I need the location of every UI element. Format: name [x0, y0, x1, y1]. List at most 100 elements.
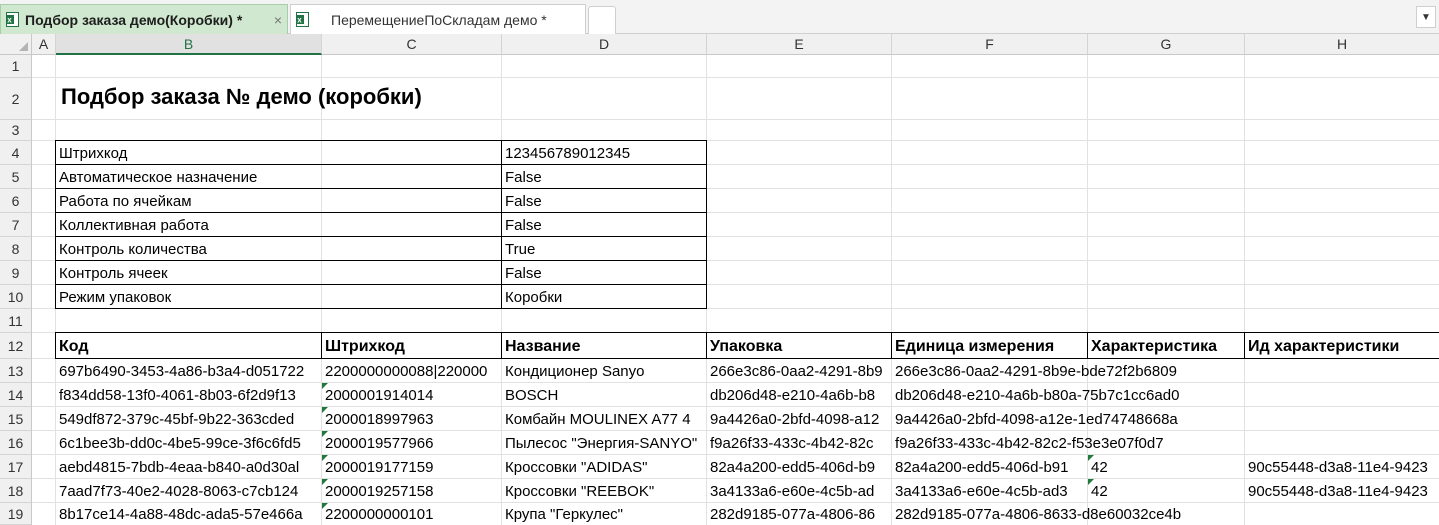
table-cell[interactable]: Кондиционер Sanyo — [502, 359, 707, 382]
table-header-cell[interactable]: Название — [502, 333, 706, 358]
row-header[interactable]: 16 — [0, 431, 32, 455]
table-cell[interactable]: db206d48-e210-4a6b-b8 — [707, 383, 892, 406]
new-tab-button[interactable] — [588, 6, 616, 34]
row-header[interactable]: 4 — [0, 141, 32, 165]
table-cell[interactable]: 3a4133a6-e60e-4c5b-ad — [707, 479, 892, 502]
tab-peremeshchenie[interactable]: x ПеремещениеПоСкладам демо * — [290, 4, 586, 34]
param-value[interactable]: False — [502, 213, 706, 236]
table-cell[interactable]: Пылесос "Энергия-SANYO" — [502, 431, 707, 454]
column-header-g[interactable]: G — [1088, 34, 1245, 55]
select-all-button[interactable] — [0, 34, 32, 55]
table-header-cell[interactable]: Упаковка — [707, 333, 891, 358]
error-indicator-icon — [322, 383, 328, 389]
table-header-cell[interactable]: Ид характеристики — [1245, 333, 1439, 358]
row-header[interactable]: 13 — [0, 359, 32, 383]
table-cell[interactable]: 282d9185-077a-4806-8633-d8e60032ce4b — [892, 503, 1242, 525]
row-header[interactable]: 8 — [0, 237, 32, 261]
table-cell[interactable]: 266e3c86-0aa2-4291-8b9 — [707, 359, 892, 382]
table-header-cell[interactable]: Код — [56, 333, 321, 358]
table-cell[interactable]: f9a26f33-433c-4b42-82c2-f53e3e07f0d7 — [892, 431, 1242, 454]
table-cell[interactable]: 2000019257158 — [322, 479, 502, 502]
param-value[interactable]: False — [502, 261, 706, 284]
table-cell[interactable]: 9a4426a0-2bfd-4098-a12 — [707, 407, 892, 430]
table-cell[interactable]: 2000018997963 — [322, 407, 502, 430]
column-header-e[interactable]: E — [707, 34, 892, 55]
table-cell[interactable]: 282d9185-077a-4806-86 — [707, 503, 892, 525]
table-cell[interactable]: 3a4133a6-e60e-4c5b-ad3 — [892, 479, 1088, 502]
param-name[interactable]: Автоматическое назначение — [56, 165, 501, 188]
table-cell[interactable]: 82a4a200-edd5-406d-b9 — [707, 455, 892, 478]
table-cell[interactable]: Крупа "Геркулес" — [502, 503, 707, 525]
row-header[interactable]: 11 — [0, 309, 32, 333]
row-header[interactable]: 17 — [0, 455, 32, 479]
table-cell[interactable]: Кроссовки "REEBOK" — [502, 479, 707, 502]
row-header[interactable]: 7 — [0, 213, 32, 237]
table-cell[interactable]: db206d48-e210-4a6b-b80a-75b7c1cc6ad0 — [892, 383, 1242, 406]
row-header[interactable]: 1 — [0, 55, 32, 78]
table-cell[interactable]: aebd4815-7bdb-4eaa-b840-a0d30al — [56, 455, 322, 478]
row-header[interactable]: 2 — [0, 78, 32, 120]
row-header[interactable]: 3 — [0, 120, 32, 141]
row-header[interactable]: 10 — [0, 285, 32, 309]
param-name[interactable]: Режим упаковок — [56, 285, 501, 308]
row-header[interactable]: 15 — [0, 407, 32, 431]
workbook-tab-bar: x Подбор заказа демо(Коробки) * × x Пере… — [0, 0, 1439, 34]
table-cell[interactable]: f834dd58-13f0-4061-8b03-6f2d9f13 — [56, 383, 322, 406]
param-name[interactable]: Коллективная работа — [56, 213, 501, 236]
column-header-a[interactable]: A — [32, 34, 56, 55]
column-header-d[interactable]: D — [502, 34, 707, 55]
param-value[interactable]: Коробки — [502, 285, 706, 308]
param-value[interactable]: True — [502, 237, 706, 260]
table-cell[interactable]: f9a26f33-433c-4b42-82c — [707, 431, 892, 454]
table-cell[interactable]: 42 — [1088, 455, 1245, 478]
tab-label: Подбор заказа демо(Коробки) * — [25, 11, 243, 28]
table-cell[interactable]: 549df872-379c-45bf-9b22-363cded — [56, 407, 322, 430]
table-cell[interactable]: 2000001914014 — [322, 383, 502, 406]
param-value[interactable]: False — [502, 189, 706, 212]
row-header[interactable]: 14 — [0, 383, 32, 407]
row-header[interactable]: 6 — [0, 189, 32, 213]
tab-menu-button[interactable]: ▼ — [1416, 6, 1436, 28]
table-cell[interactable]: 9a4426a0-2bfd-4098-a12e-1ed74748668a — [892, 407, 1242, 430]
table-cell[interactable]: Комбайн MOULINEX A77 4 — [502, 407, 707, 430]
error-indicator-icon — [1088, 479, 1094, 485]
table-cell[interactable]: 697b6490-3453-4a86-b3a4-d051722 — [56, 359, 322, 382]
table-cell[interactable]: 2000019177159 — [322, 455, 502, 478]
column-header-c[interactable]: C — [322, 34, 502, 55]
table-cell[interactable]: 7aad7f73-40e2-4028-8063-c7cb124 — [56, 479, 322, 502]
column-header-h[interactable]: H — [1245, 34, 1439, 55]
table-cell[interactable]: 90c55448-d3a8-11e4-9423 — [1245, 455, 1439, 478]
row-header[interactable]: 5 — [0, 165, 32, 189]
excel-file-icon: x — [6, 12, 19, 27]
column-header-b[interactable]: B — [56, 34, 322, 55]
table-cell[interactable]: BOSCH — [502, 383, 707, 406]
spreadsheet-grid[interactable]: Подбор заказа № демо (коробки) Штрихкод … — [32, 55, 1439, 525]
table-cell[interactable]: 6c1bee3b-dd0c-4be5-99ce-3f6c6fd5 — [56, 431, 322, 454]
param-name[interactable]: Работа по ячейкам — [56, 189, 501, 212]
row-header[interactable]: 18 — [0, 479, 32, 503]
param-value[interactable]: 123456789012345 — [502, 141, 706, 164]
row-header[interactable]: 9 — [0, 261, 32, 285]
table-header-cell[interactable]: Штрихкод — [322, 333, 501, 358]
row-header[interactable]: 19 — [0, 503, 32, 525]
table-header-cell[interactable]: Единица измерения — [892, 333, 1087, 358]
tab-podbor-zakaza[interactable]: x Подбор заказа демо(Коробки) * × — [0, 4, 288, 34]
table-cell[interactable]: 2200000000088|220000 — [322, 359, 502, 382]
column-header-f[interactable]: F — [892, 34, 1088, 55]
table-cell[interactable]: 266e3c86-0aa2-4291-8b9e-bde72f2b6809 — [892, 359, 1242, 382]
param-name[interactable]: Контроль количества — [56, 237, 501, 260]
table-cell[interactable]: 42 — [1088, 479, 1245, 502]
error-indicator-icon — [322, 407, 328, 413]
table-cell[interactable]: 90c55448-d3a8-11e4-9423 — [1245, 479, 1439, 502]
table-cell[interactable]: 2000019577966 — [322, 431, 502, 454]
param-name[interactable]: Контроль ячеек — [56, 261, 501, 284]
close-icon[interactable]: × — [269, 12, 287, 28]
table-cell[interactable]: 2200000000101 — [322, 503, 502, 525]
row-header[interactable]: 12 — [0, 333, 32, 359]
table-cell[interactable]: Кроссовки "ADIDAS" — [502, 455, 707, 478]
table-cell[interactable]: 82a4a200-edd5-406d-b91 — [892, 455, 1088, 478]
table-header-cell[interactable]: Характеристика — [1088, 333, 1244, 358]
table-cell[interactable]: 8b17ce14-4a88-48dc-ada5-57e466a — [56, 503, 322, 525]
param-value[interactable]: False — [502, 165, 706, 188]
param-name[interactable]: Штрихкод — [56, 141, 501, 164]
